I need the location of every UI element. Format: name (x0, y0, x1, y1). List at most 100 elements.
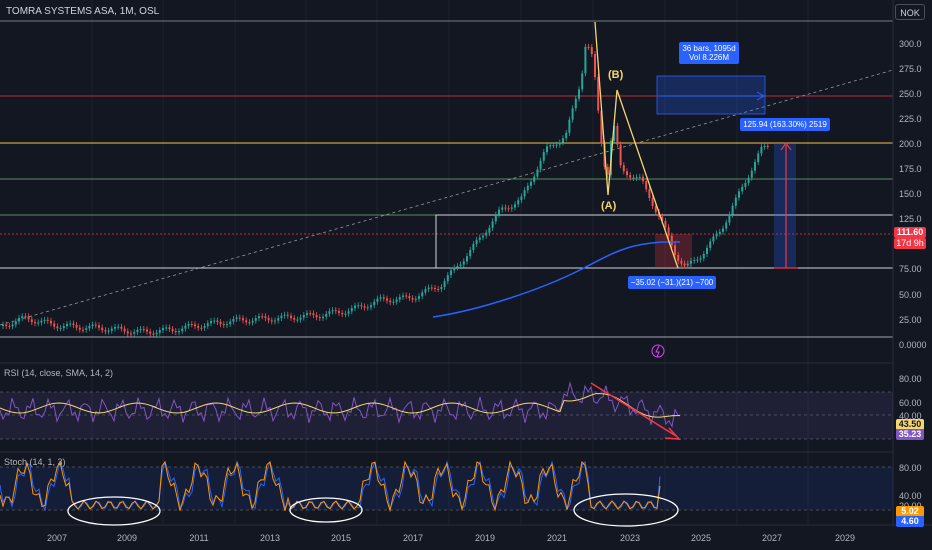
candle-body (40, 320, 43, 323)
candle-body (731, 205, 734, 215)
target-measure-label: 125.94 (163.30%) 2519 (740, 118, 830, 131)
candle-body (699, 258, 702, 260)
candle-body (555, 144, 558, 146)
candle-body (405, 295, 408, 297)
stoch-tick-80: 80.00 (899, 463, 922, 473)
candle-body (219, 322, 222, 325)
date-range-label: 36 bars, 1095d Vol 8.226M (679, 42, 739, 64)
candle-body (510, 207, 513, 209)
last-price-tag: 111.60 (894, 227, 926, 238)
wave-label-a: (A) (601, 200, 617, 212)
candle-body (696, 259, 699, 261)
candle-body (446, 275, 449, 282)
stoch-band (0, 467, 893, 510)
candle-body (149, 331, 152, 334)
candle-body (507, 208, 510, 210)
candle-body (312, 313, 315, 316)
candle-body (261, 316, 264, 318)
date-range-volume: Vol 8.226M (688, 53, 730, 62)
candle-body (334, 310, 337, 312)
candle-body (523, 190, 526, 197)
candle-body (21, 316, 24, 319)
candle-body (194, 324, 196, 327)
candle-body (267, 318, 270, 321)
rsi-title[interactable]: RSI (14, close, SMA, 14, 2) (4, 368, 113, 378)
candle-body (280, 315, 283, 319)
candle-body (443, 281, 446, 288)
stoch-tick-40: 40.00 (899, 491, 922, 501)
candle-body (190, 324, 193, 326)
candle-body (130, 333, 132, 335)
candle-body (414, 298, 417, 300)
candle-body (66, 323, 68, 326)
candle-body (82, 329, 84, 331)
candle-body (8, 325, 11, 327)
candle-body (318, 317, 321, 319)
candle-body (302, 314, 305, 318)
candle-body (133, 332, 136, 334)
candle-body (469, 249, 472, 257)
candle-body (357, 305, 360, 307)
candle-body (370, 305, 372, 308)
candle-body (155, 332, 158, 335)
candle-body (27, 316, 30, 320)
stoch-d-value-tag: 4.60 (896, 516, 924, 527)
candle-body (670, 235, 673, 246)
candle-body (594, 54, 596, 78)
candle-body (251, 320, 254, 323)
candle-body (536, 169, 539, 177)
candle-body (293, 317, 296, 320)
candle-body (78, 327, 81, 330)
candle-body (440, 287, 443, 290)
candle-body (632, 177, 635, 179)
stoch-title[interactable]: Stoch (14, 1, 3) (4, 457, 66, 467)
candle-body (120, 326, 123, 329)
candle-body (171, 328, 174, 332)
candle-body (520, 196, 523, 201)
candle-body (315, 315, 318, 318)
candle-body (683, 263, 686, 266)
price-tick: 300.0 (899, 39, 922, 49)
candle-body (478, 237, 481, 240)
candle-body (450, 270, 452, 276)
rsi-tick-60: 60.00 (899, 398, 922, 408)
countdown-tag: 17d 9h (894, 238, 926, 249)
candle-body (750, 170, 753, 178)
price-tick: 25.00 (899, 315, 922, 325)
candle-body (709, 241, 712, 248)
candle-body (482, 235, 484, 238)
candle-body (427, 287, 430, 290)
candle-body (395, 299, 398, 302)
candle-body (146, 329, 148, 332)
candle-body (741, 186, 744, 192)
candle-body (437, 288, 440, 290)
candle-body (402, 295, 404, 297)
candle-body (382, 297, 385, 299)
price-chart-canvas[interactable] (0, 0, 932, 550)
candle-body (757, 153, 760, 163)
candle-body (584, 46, 587, 74)
currency-badge[interactable]: NOK (895, 4, 925, 20)
candle-body (542, 152, 545, 161)
time-tick: 2007 (46, 533, 68, 543)
candle-body (344, 313, 347, 315)
candle-body (43, 319, 46, 321)
symbol-title[interactable]: TOMRA SYSTEMS ASA, 1M, OSL (6, 6, 159, 17)
candle-body (530, 181, 532, 186)
candle-body (626, 171, 628, 176)
candle-body (504, 207, 507, 209)
candle-body (309, 313, 312, 315)
candle-body (277, 318, 280, 321)
candle-body (379, 297, 382, 299)
candle-body (245, 320, 248, 323)
candle-body (430, 287, 433, 289)
time-tick: 2021 (546, 533, 568, 543)
candle-body (411, 298, 414, 300)
candle-body (674, 245, 676, 255)
candle-body (488, 227, 491, 233)
candle-body (24, 316, 27, 318)
candle-body (331, 310, 334, 312)
time-tick: 2011 (189, 533, 209, 543)
time-tick: 2015 (330, 533, 352, 543)
candle-body (645, 181, 648, 190)
